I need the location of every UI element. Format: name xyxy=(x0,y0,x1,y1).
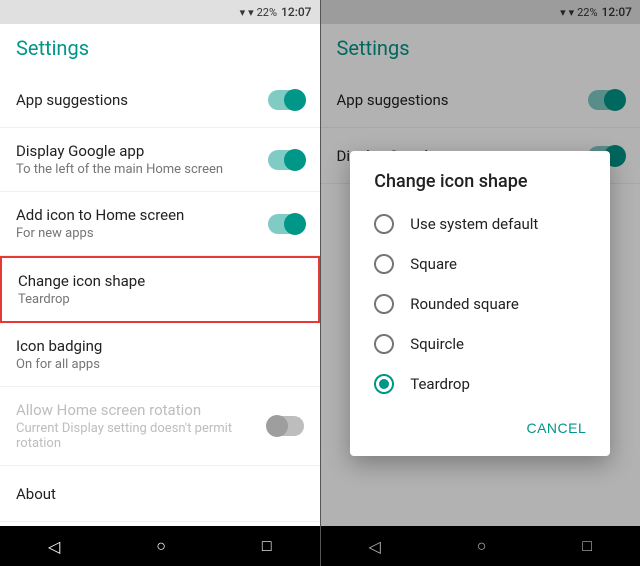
signal-icon: ▾ xyxy=(248,6,254,19)
app-suggestions-text: App suggestions xyxy=(16,91,268,109)
home-rotation-item: Allow Home screen rotation Current Displ… xyxy=(0,387,320,466)
option-squircle[interactable]: Squircle xyxy=(350,324,610,364)
option-use-system-default[interactable]: Use system default xyxy=(350,204,610,244)
change-icon-shape-title: Change icon shape xyxy=(18,272,302,290)
add-icon-item[interactable]: Add icon to Home screen For new apps xyxy=(0,192,320,256)
display-google-app-text: Display Google app To the left of the ma… xyxy=(16,142,268,177)
dialog-actions: CANCEL xyxy=(350,404,610,448)
home-rotation-subtitle: Current Display setting doesn't permit r… xyxy=(16,421,268,451)
option-squircle-label: Squircle xyxy=(410,335,464,353)
left-app-header: Settings xyxy=(0,24,320,72)
home-rotation-title: Allow Home screen rotation xyxy=(16,401,268,419)
display-google-app-subtitle: To the left of the main Home screen xyxy=(16,162,268,177)
toggle-knob xyxy=(266,415,288,437)
radio-teardrop-inner xyxy=(379,379,389,389)
option-rounded-square[interactable]: Rounded square xyxy=(350,284,610,324)
left-settings-title: Settings xyxy=(16,36,89,60)
about-item[interactable]: About xyxy=(0,466,320,522)
option-use-system-default-label: Use system default xyxy=(410,215,538,233)
toggle-knob xyxy=(284,213,306,235)
about-text: About xyxy=(16,485,304,503)
home-rotation-toggle xyxy=(268,416,304,436)
option-teardrop-label: Teardrop xyxy=(410,375,470,393)
option-rounded-square-label: Rounded square xyxy=(410,295,519,313)
dialog-title: Change icon shape xyxy=(350,151,610,204)
display-google-toggle[interactable] xyxy=(268,150,304,170)
left-status-bar: ▾ ▾ 22% 12:07 xyxy=(0,0,320,24)
add-icon-text: Add icon to Home screen For new apps xyxy=(16,206,268,241)
back-button[interactable]: ◁ xyxy=(48,537,60,556)
icon-badging-item[interactable]: Icon badging On for all apps xyxy=(0,323,320,387)
display-google-app-item[interactable]: Display Google app To the left of the ma… xyxy=(0,128,320,192)
home-button[interactable]: ○ xyxy=(156,536,166,556)
toggle-knob xyxy=(284,89,306,111)
radio-rounded-square xyxy=(374,294,394,314)
icon-badging-text: Icon badging On for all apps xyxy=(16,337,304,372)
option-teardrop[interactable]: Teardrop xyxy=(350,364,610,404)
left-panel: ▾ ▾ 22% 12:07 Settings App suggestions D… xyxy=(0,0,320,566)
icon-badging-title: Icon badging xyxy=(16,337,304,355)
left-settings-list: App suggestions Display Google app To th… xyxy=(0,72,320,526)
app-suggestions-item[interactable]: App suggestions xyxy=(0,72,320,128)
change-icon-shape-item[interactable]: Change icon shape Teardrop xyxy=(0,256,320,323)
right-panel: ▾ ▾ 22% 12:07 Settings App suggestions D… xyxy=(321,0,640,566)
radio-teardrop xyxy=(374,374,394,394)
recents-button[interactable]: □ xyxy=(262,536,272,556)
add-icon-subtitle: For new apps xyxy=(16,226,268,241)
option-square[interactable]: Square xyxy=(350,244,610,284)
add-icon-title: Add icon to Home screen xyxy=(16,206,268,224)
change-icon-shape-text: Change icon shape Teardrop xyxy=(18,272,302,307)
display-google-app-title: Display Google app xyxy=(16,142,268,160)
app-suggestions-toggle[interactable] xyxy=(268,90,304,110)
radio-squircle xyxy=(374,334,394,354)
dialog-overlay: Change icon shape Use system default Squ… xyxy=(321,0,640,566)
wifi-icon: ▾ xyxy=(240,6,246,19)
status-icons: ▾ ▾ 22% xyxy=(240,6,277,19)
change-icon-shape-subtitle: Teardrop xyxy=(18,292,302,307)
change-icon-shape-dialog: Change icon shape Use system default Squ… xyxy=(350,151,610,456)
home-rotation-text: Allow Home screen rotation Current Displ… xyxy=(16,401,268,451)
icon-badging-subtitle: On for all apps xyxy=(16,357,304,372)
option-square-label: Square xyxy=(410,255,457,273)
time-display: 12:07 xyxy=(281,5,311,19)
add-icon-toggle[interactable] xyxy=(268,214,304,234)
left-nav-bar: ◁ ○ □ xyxy=(0,526,320,566)
app-suggestions-title: App suggestions xyxy=(16,91,268,109)
toggle-knob xyxy=(284,149,306,171)
radio-use-system-default xyxy=(374,214,394,234)
radio-square xyxy=(374,254,394,274)
cancel-button[interactable]: CANCEL xyxy=(518,412,594,444)
battery-percent: 22% xyxy=(257,6,277,19)
about-title: About xyxy=(16,485,304,503)
